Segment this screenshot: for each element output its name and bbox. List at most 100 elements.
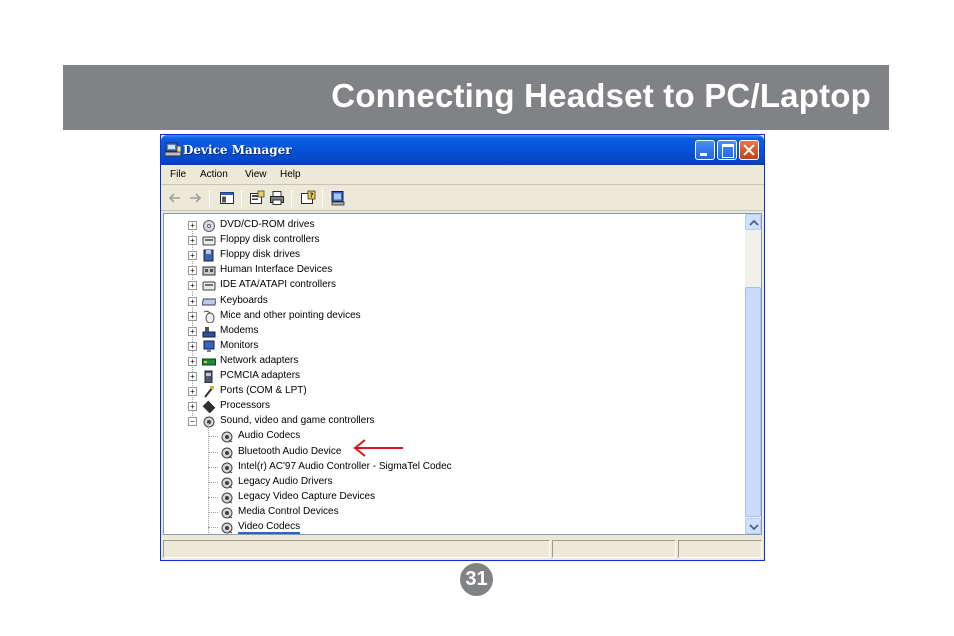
help-icon[interactable]: ? bbox=[300, 190, 316, 206]
expand-toggle[interactable]: + bbox=[188, 311, 197, 321]
collapse-toggle[interactable]: − bbox=[188, 417, 197, 427]
header-banner: Connecting Headset to PC/Laptop bbox=[63, 65, 889, 130]
window-title: Device Manager bbox=[183, 143, 292, 157]
show-hide-tree-icon[interactable] bbox=[219, 190, 235, 206]
tree-category-label: Sound, video and game controllers bbox=[220, 415, 375, 427]
status-cell bbox=[678, 540, 762, 558]
menu-view[interactable]: View bbox=[245, 169, 267, 180]
port-icon bbox=[204, 386, 214, 398]
network-adapter-icon bbox=[202, 358, 216, 366]
scan-hardware-icon[interactable] bbox=[330, 190, 346, 206]
floppy-drive-icon bbox=[203, 249, 214, 262]
tree-line bbox=[208, 423, 209, 534]
processor-icon bbox=[202, 400, 216, 414]
tree-category-label: IDE ATA/ATAPI controllers bbox=[220, 279, 336, 291]
tree-line bbox=[208, 496, 218, 498]
monitor-icon bbox=[203, 340, 215, 352]
toolbar: ? bbox=[161, 186, 764, 211]
status-cell bbox=[163, 540, 550, 558]
tree-category-label: Keyboards bbox=[220, 294, 268, 306]
vertical-scrollbar[interactable] bbox=[745, 214, 761, 534]
tree-category-label: Modems bbox=[220, 324, 259, 336]
scroll-up-button[interactable] bbox=[745, 214, 761, 230]
tree-line bbox=[208, 451, 218, 453]
disk-controller-icon bbox=[202, 236, 216, 246]
print-icon[interactable] bbox=[269, 190, 285, 206]
tree-device-label: Video Codecs bbox=[238, 521, 301, 534]
audio-device-icon bbox=[221, 431, 233, 443]
svg-text:?: ? bbox=[309, 192, 313, 200]
expand-toggle[interactable]: + bbox=[188, 281, 197, 291]
audio-device-icon bbox=[221, 507, 233, 519]
audio-device-icon bbox=[221, 522, 233, 534]
expand-toggle[interactable]: + bbox=[188, 387, 197, 397]
ide-controller-icon bbox=[202, 281, 216, 291]
close-button[interactable] bbox=[739, 140, 759, 160]
menu-bar: File Action View Help bbox=[161, 165, 764, 185]
forward-arrow-icon[interactable] bbox=[187, 190, 203, 206]
maximize-button[interactable] bbox=[717, 140, 737, 160]
toolbar-separator bbox=[322, 190, 323, 207]
tree-device-label: Audio Codecs bbox=[238, 430, 301, 442]
expand-toggle[interactable]: + bbox=[188, 402, 197, 412]
expand-toggle[interactable]: + bbox=[188, 341, 197, 351]
tree-category-label: Network adapters bbox=[220, 354, 299, 366]
modem-icon bbox=[202, 326, 216, 338]
device-tree: + DVD/CD-ROM drives + Floppy disk controlle… bbox=[163, 213, 762, 535]
expand-toggle[interactable]: + bbox=[188, 326, 197, 336]
expand-toggle[interactable]: + bbox=[188, 356, 197, 366]
tree-category-label: Floppy disk controllers bbox=[220, 234, 320, 246]
menu-action[interactable]: Action bbox=[200, 169, 228, 180]
expand-toggle[interactable]: + bbox=[188, 236, 197, 246]
tree-category-label: Processors bbox=[220, 400, 271, 412]
expand-toggle[interactable]: + bbox=[188, 251, 197, 261]
toolbar-separator bbox=[209, 190, 210, 207]
audio-device-icon bbox=[221, 447, 233, 458]
tree-category-label: Monitors bbox=[220, 339, 259, 351]
scroll-thumb[interactable] bbox=[745, 287, 761, 517]
sound-icon bbox=[203, 416, 215, 428]
audio-device-icon bbox=[221, 477, 233, 489]
status-bar bbox=[161, 537, 764, 560]
device-manager-app-icon bbox=[165, 142, 182, 157]
audio-device-icon bbox=[221, 492, 233, 504]
keyboard-icon bbox=[202, 298, 216, 305]
tree-line bbox=[208, 511, 218, 513]
tree-device-label: Legacy Video Capture Devices bbox=[238, 490, 376, 502]
expand-toggle[interactable]: + bbox=[188, 296, 197, 306]
expand-toggle[interactable]: + bbox=[188, 221, 197, 230]
tree-line bbox=[208, 481, 218, 483]
tree-line bbox=[208, 436, 218, 438]
menu-file[interactable]: File bbox=[170, 169, 186, 180]
expand-toggle[interactable]: + bbox=[188, 266, 197, 276]
back-arrow-icon[interactable] bbox=[167, 190, 183, 206]
red-arrow-annotation bbox=[353, 439, 403, 457]
scroll-down-button[interactable] bbox=[745, 518, 761, 534]
hid-icon bbox=[202, 266, 216, 276]
tree-device-label: Media Control Devices bbox=[238, 505, 339, 517]
pcmcia-icon bbox=[204, 370, 213, 383]
tree-line bbox=[208, 527, 218, 528]
toolbar-separator bbox=[241, 190, 242, 207]
chevron-up-icon bbox=[749, 219, 759, 226]
expand-toggle[interactable]: + bbox=[188, 372, 197, 381]
title-bar[interactable]: Device Manager bbox=[161, 135, 764, 165]
tree-category-label: Ports (COM & LPT) bbox=[220, 385, 307, 397]
audio-device-icon bbox=[221, 462, 233, 474]
tree-category-label: DVD/CD-ROM drives bbox=[220, 219, 315, 230]
status-cell bbox=[552, 540, 676, 558]
menu-help[interactable]: Help bbox=[280, 169, 301, 180]
toolbar-separator bbox=[291, 190, 292, 207]
tree-device-label: Legacy Audio Drivers bbox=[238, 475, 333, 487]
page-title: Connecting Headset to PC/Laptop bbox=[331, 77, 871, 114]
page-number-badge: 31 bbox=[460, 563, 493, 596]
tree-category-label: Mice and other pointing devices bbox=[220, 309, 361, 321]
dvd-drive-icon bbox=[203, 220, 215, 232]
properties-icon[interactable] bbox=[249, 190, 265, 206]
minimize-button[interactable] bbox=[695, 140, 715, 160]
tree-category-label: Human Interface Devices bbox=[220, 264, 333, 276]
tree-device-label: Bluetooth Audio Device bbox=[238, 445, 342, 457]
tree-category-label: PCMCIA adapters bbox=[220, 370, 301, 381]
tree-device-label: Intel(r) AC'97 Audio Controller - SigmaT… bbox=[238, 460, 452, 472]
tree-category-label: Floppy disk drives bbox=[220, 249, 301, 261]
